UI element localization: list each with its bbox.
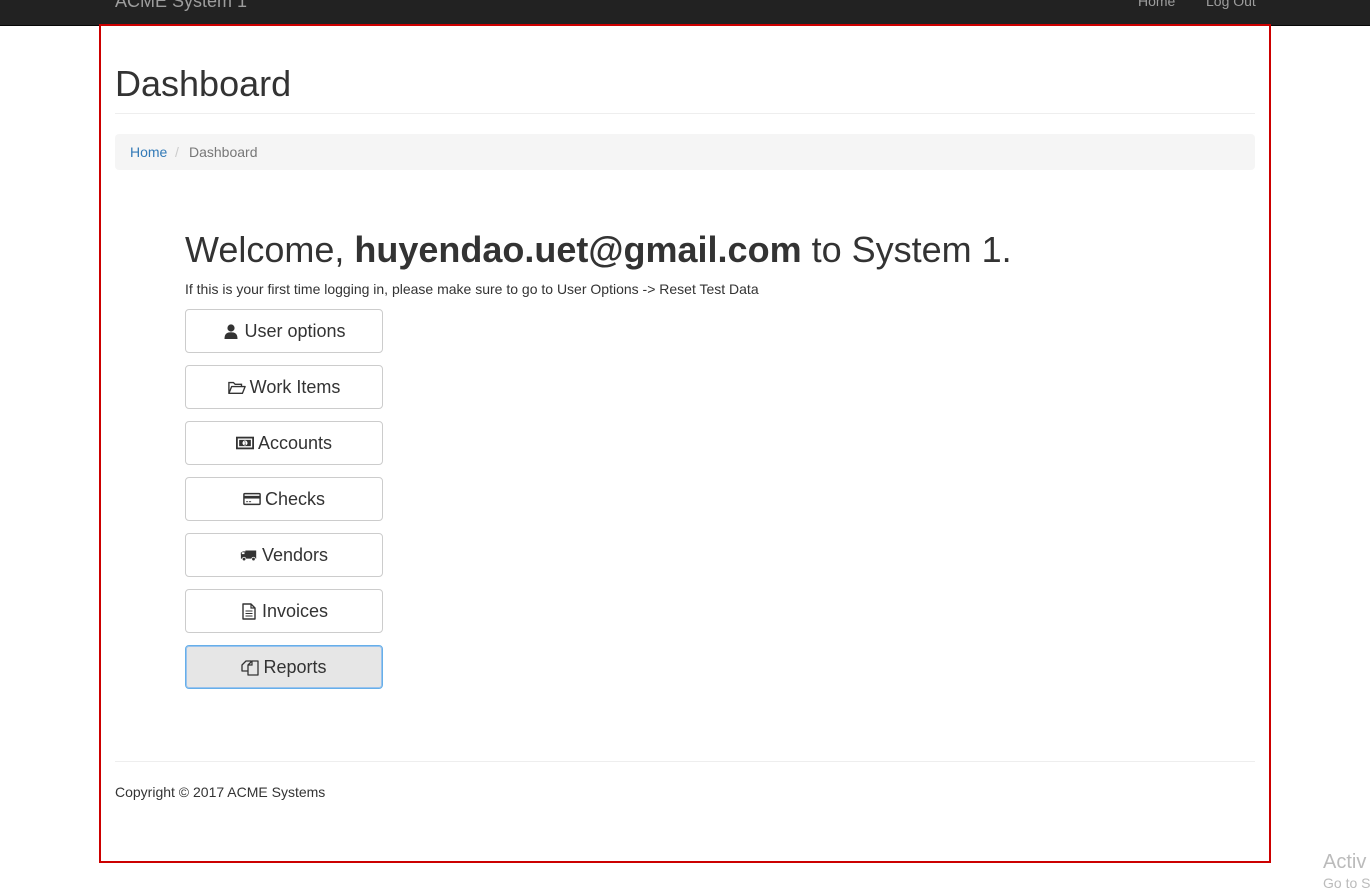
user-options-button[interactable]: User options	[185, 309, 383, 353]
top-navbar: ACME System 1 Home Log Out	[0, 0, 1370, 26]
nav-logout-link[interactable]: Log Out	[1206, 0, 1256, 9]
file-text-icon	[240, 602, 258, 620]
activation-watermark-subtitle: Go to S	[1323, 875, 1370, 891]
copy-icon	[241, 658, 260, 676]
welcome-suffix: to System 1.	[811, 229, 1012, 270]
user-icon	[222, 322, 240, 340]
checks-button[interactable]: Checks	[185, 477, 383, 521]
footer-copyright: Copyright © 2017 ACME Systems	[115, 784, 326, 800]
welcome-heading: Welcome, huyendao.uet@gmail.com to Syste…	[185, 226, 1012, 274]
nav-home-link[interactable]: Home	[1138, 0, 1175, 9]
truck-icon	[240, 546, 258, 564]
breadcrumb: Home / Dashboard	[115, 134, 1255, 170]
work-items-label: Work Items	[249, 376, 341, 397]
invoices-button[interactable]: Invoices	[185, 589, 383, 633]
brand-title[interactable]: ACME System 1	[115, 0, 247, 11]
svg-text:1: 1	[244, 441, 247, 447]
reports-button[interactable]: Reports	[185, 645, 383, 689]
work-items-button[interactable]: Work Items	[185, 365, 383, 409]
breadcrumb-current: Dashboard	[189, 144, 258, 160]
welcome-user: huyendao.uet@gmail.com	[354, 229, 802, 270]
footer-divider	[115, 761, 1255, 762]
breadcrumb-home-link[interactable]: Home	[130, 134, 167, 170]
activation-watermark-title: Activ	[1323, 851, 1367, 873]
title-divider	[115, 113, 1255, 114]
accounts-button[interactable]: 1 Accounts	[185, 421, 383, 465]
checks-label: Checks	[264, 488, 326, 509]
folder-open-icon	[227, 378, 246, 396]
money-icon: 1	[235, 434, 254, 452]
page-title: Dashboard	[115, 63, 292, 104]
vendors-button[interactable]: Vendors	[185, 533, 383, 577]
breadcrumb-separator: /	[175, 144, 179, 160]
invoices-label: Invoices	[261, 600, 329, 621]
reports-label: Reports	[263, 656, 327, 677]
accounts-label: Accounts	[257, 432, 333, 453]
user-options-label: User options	[244, 320, 346, 341]
welcome-prefix: Welcome,	[185, 229, 345, 270]
credit-card-icon	[243, 490, 261, 508]
first-login-note: If this is your first time logging in, p…	[185, 281, 759, 297]
vendors-label: Vendors	[261, 544, 329, 565]
